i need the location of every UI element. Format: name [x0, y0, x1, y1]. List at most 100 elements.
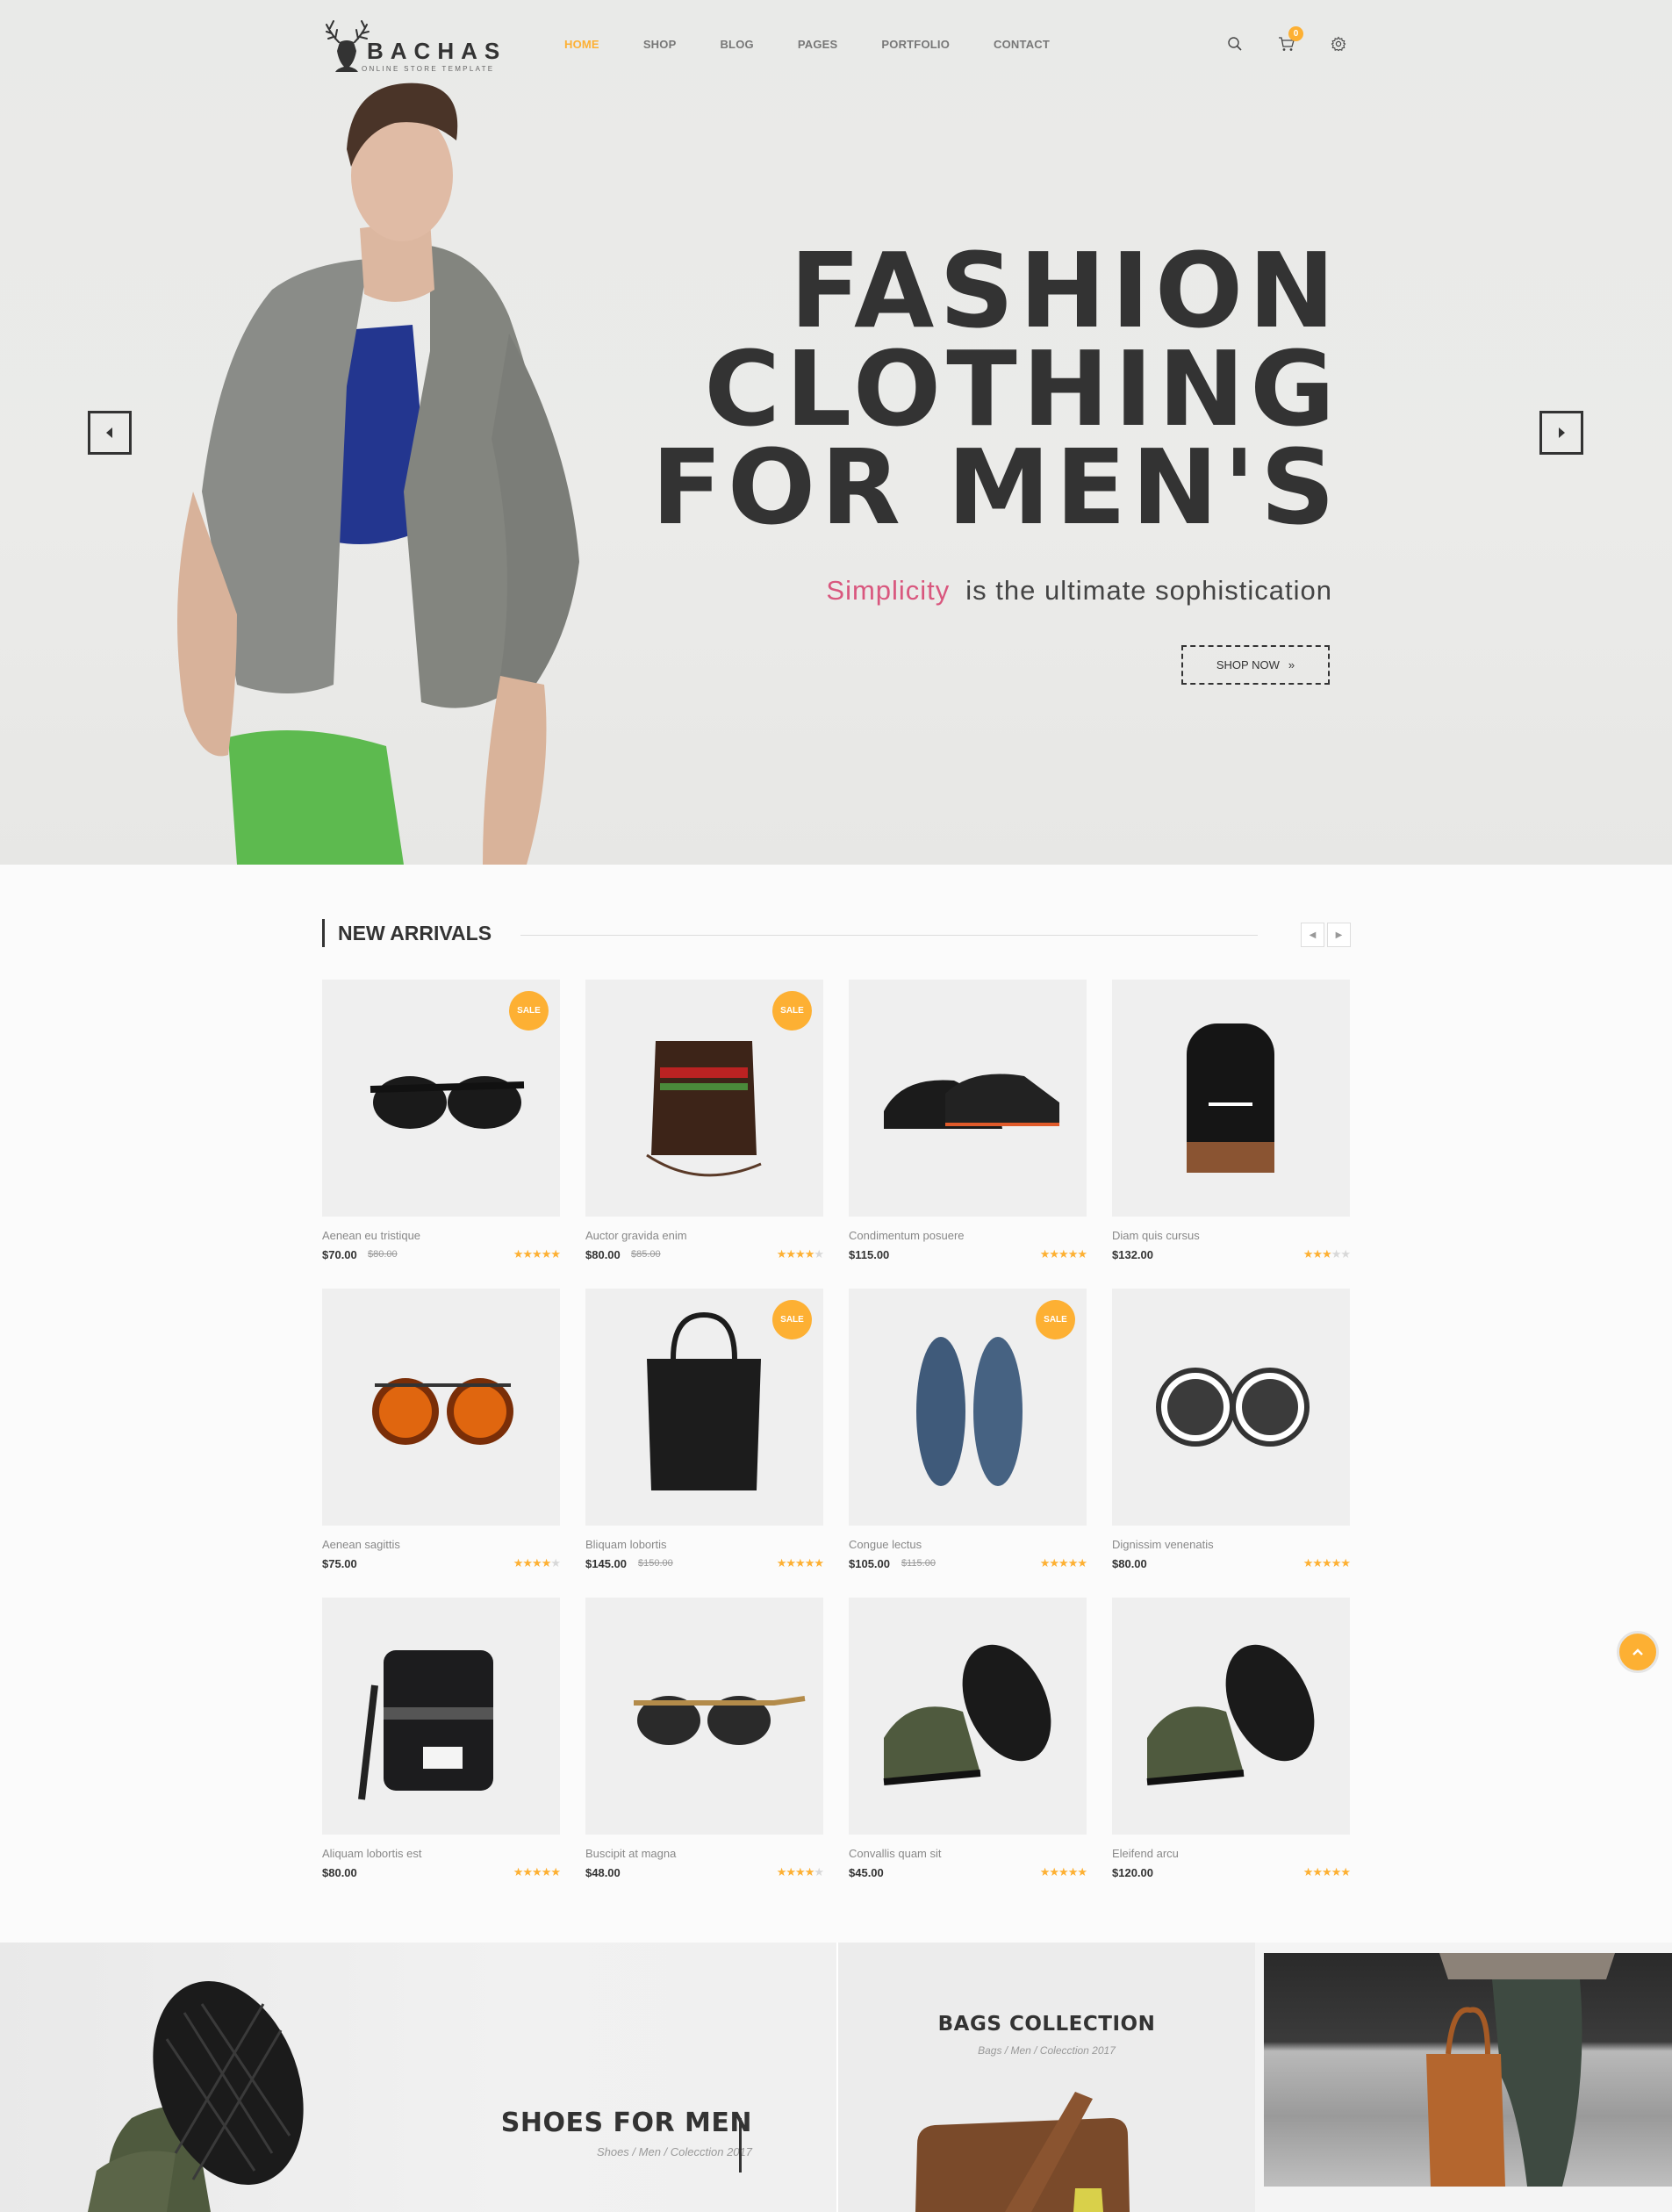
man-with-tote-image — [1426, 1953, 1615, 2187]
product-card[interactable]: Diam quis cursus $132.00 ★★★★★ — [1112, 980, 1351, 1289]
product-card[interactable]: SALE Aenean eu tristique $70.00 $80.00 ★… — [322, 980, 561, 1289]
product-image-sunglasses-gold — [634, 1696, 806, 1745]
product-image[interactable] — [322, 1598, 560, 1835]
slider-next-button[interactable] — [1539, 411, 1583, 455]
product-name[interactable]: Dignissim venenatis — [1112, 1538, 1214, 1551]
product-card[interactable]: SALE Auctor gravida enim $80.00 $85.00 ★… — [585, 980, 824, 1289]
product-image[interactable] — [1112, 1598, 1350, 1835]
shoes-banner[interactable]: SHOES FOR MEN Shoes / Men / Colecction 2… — [0, 1943, 836, 2212]
sale-badge: SALE — [772, 1300, 812, 1339]
product-name[interactable]: Convallis quam sit — [849, 1847, 942, 1860]
bags-banner[interactable]: BAGS COLLECTION Bags / Men / Colecction … — [838, 1943, 1255, 2212]
product-price: $105.00 — [849, 1557, 890, 1570]
product-grid: SALE Aenean eu tristique $70.00 $80.00 ★… — [322, 980, 1351, 1907]
product-name[interactable]: Aenean eu tristique — [322, 1229, 420, 1242]
nav-portfolio[interactable]: PORTFOLIO — [881, 38, 950, 51]
product-price: $70.00 — [322, 1248, 357, 1261]
logo[interactable]: BACHAS ONLINE STORE TEMPLATE — [323, 16, 507, 77]
star-icon: ★ — [1077, 1247, 1087, 1260]
star-icon: ★ — [1039, 1556, 1051, 1569]
product-card[interactable]: Aliquam lobortis est $80.00 ★★★★★ — [322, 1598, 561, 1907]
shoes-banner-text: SHOES FOR MEN Shoes / Men / Colecction 2… — [501, 2108, 752, 2158]
star-icon: ★ — [513, 1556, 524, 1569]
nav-contact[interactable]: CONTACT — [994, 38, 1050, 51]
product-image[interactable]: SALE — [322, 980, 560, 1217]
product-old-price: $150.00 — [638, 1558, 673, 1569]
product-card[interactable]: Eleifend arcu $120.00 ★★★★★ — [1112, 1598, 1351, 1907]
hero-model-image — [177, 83, 579, 865]
star-icon: ★ — [786, 1865, 796, 1878]
star-icon: ★ — [795, 1247, 806, 1260]
star-icon: ★ — [804, 1865, 815, 1878]
product-name[interactable]: Bliquam lobortis — [585, 1538, 667, 1551]
street-style-banner[interactable] — [1255, 1943, 1672, 2212]
nav-home[interactable]: HOME — [564, 38, 599, 51]
product-image[interactable] — [585, 1598, 823, 1835]
star-icon: ★ — [1077, 1556, 1087, 1569]
star-icon: ★ — [1049, 1247, 1059, 1260]
product-price: $80.00 — [1112, 1557, 1147, 1570]
shoes-banner-divider — [739, 2118, 742, 2172]
shop-now-button[interactable]: SHOP NOW » — [1181, 645, 1330, 685]
product-name[interactable]: Aenean sagittis — [322, 1538, 400, 1551]
star-icon: ★ — [1322, 1247, 1332, 1260]
star-icon: ★ — [550, 1247, 561, 1260]
hero-title-line-3: FOR MEN'S — [651, 427, 1340, 548]
product-name[interactable]: Congue lectus — [849, 1538, 922, 1551]
star-icon: ★ — [1302, 1556, 1314, 1569]
product-image[interactable]: SALE — [585, 1289, 823, 1526]
slider-prev-button[interactable] — [88, 411, 132, 455]
product-name[interactable]: Condimentum posuere — [849, 1229, 965, 1242]
product-name[interactable]: Auctor gravida enim — [585, 1229, 687, 1242]
product-card[interactable]: SALE Congue lectus $105.00 $115.00 ★★★★★ — [849, 1289, 1087, 1598]
product-image[interactable]: SALE — [849, 1289, 1087, 1526]
product-card[interactable]: SALE Bliquam lobortis $145.00 $150.00 ★★… — [585, 1289, 824, 1598]
nav-blog[interactable]: BLOG — [720, 38, 753, 51]
shoes-banner-subtitle: Shoes / Men / Colecction 2017 — [596, 2145, 752, 2158]
product-card[interactable]: Condimentum posuere $115.00 ★★★★★ — [849, 980, 1087, 1289]
star-icon: ★ — [550, 1865, 561, 1878]
search-button[interactable] — [1224, 33, 1245, 54]
collection-banners: SHOES FOR MEN Shoes / Men / Colecction 2… — [0, 1943, 1672, 2212]
sale-badge: SALE — [772, 991, 812, 1031]
settings-button[interactable] — [1328, 33, 1349, 54]
product-old-price: $85.00 — [631, 1249, 661, 1260]
product-name[interactable]: Eleifend arcu — [1112, 1847, 1179, 1860]
product-name[interactable]: Buscipit at magna — [585, 1847, 676, 1860]
section-header: NEW ARRIVALS ◀ ▶ — [322, 919, 1351, 949]
nav-pages[interactable]: PAGES — [798, 38, 838, 51]
nav-shop[interactable]: SHOP — [643, 38, 677, 51]
product-image[interactable] — [849, 980, 1087, 1217]
hero-title-line-1: FASHION — [789, 230, 1340, 351]
section-title: NEW ARRIVALS — [338, 922, 492, 944]
product-image[interactable] — [849, 1598, 1087, 1835]
product-card[interactable]: Dignissim venenatis $80.00 ★★★★★ — [1112, 1289, 1351, 1598]
product-card[interactable]: Aenean sagittis $75.00 ★★★★★ — [322, 1289, 561, 1598]
product-image[interactable] — [322, 1289, 560, 1526]
star-icon: ★ — [1039, 1865, 1051, 1878]
back-to-top-button[interactable] — [1617, 1631, 1659, 1673]
product-old-price: $80.00 — [368, 1249, 398, 1260]
product-image-backpack — [1187, 1023, 1274, 1173]
product-image-green-sneakers — [883, 1644, 1051, 1785]
product-image[interactable]: SALE — [585, 980, 823, 1217]
chevron-right-icon: ▶ — [1335, 930, 1343, 940]
cart-button[interactable]: 0 — [1276, 26, 1303, 54]
star-icon: ★ — [814, 1556, 824, 1569]
product-card[interactable]: Buscipit at magna $48.00 ★★★★★ — [585, 1598, 824, 1907]
double-chevron-right-icon: » — [1288, 658, 1295, 672]
product-name[interactable]: Diam quis cursus — [1112, 1229, 1200, 1242]
product-image[interactable] — [1112, 980, 1350, 1217]
star-icon: ★ — [1077, 1865, 1087, 1878]
product-card[interactable]: Convallis quam sit $45.00 ★★★★★ — [849, 1598, 1087, 1907]
star-icon: ★ — [532, 1865, 542, 1878]
product-name[interactable]: Aliquam lobortis est — [322, 1847, 421, 1860]
product-rating: ★★★★★ — [777, 1556, 824, 1570]
product-price: $115.00 — [849, 1248, 890, 1261]
product-image[interactable] — [1112, 1289, 1350, 1526]
carousel-next-button[interactable]: ▶ — [1327, 923, 1351, 947]
carousel-prev-button[interactable]: ◀ — [1301, 923, 1324, 947]
star-icon: ★ — [804, 1556, 815, 1569]
product-image-black-shoes — [884, 1074, 1059, 1129]
star-icon: ★ — [804, 1247, 815, 1260]
